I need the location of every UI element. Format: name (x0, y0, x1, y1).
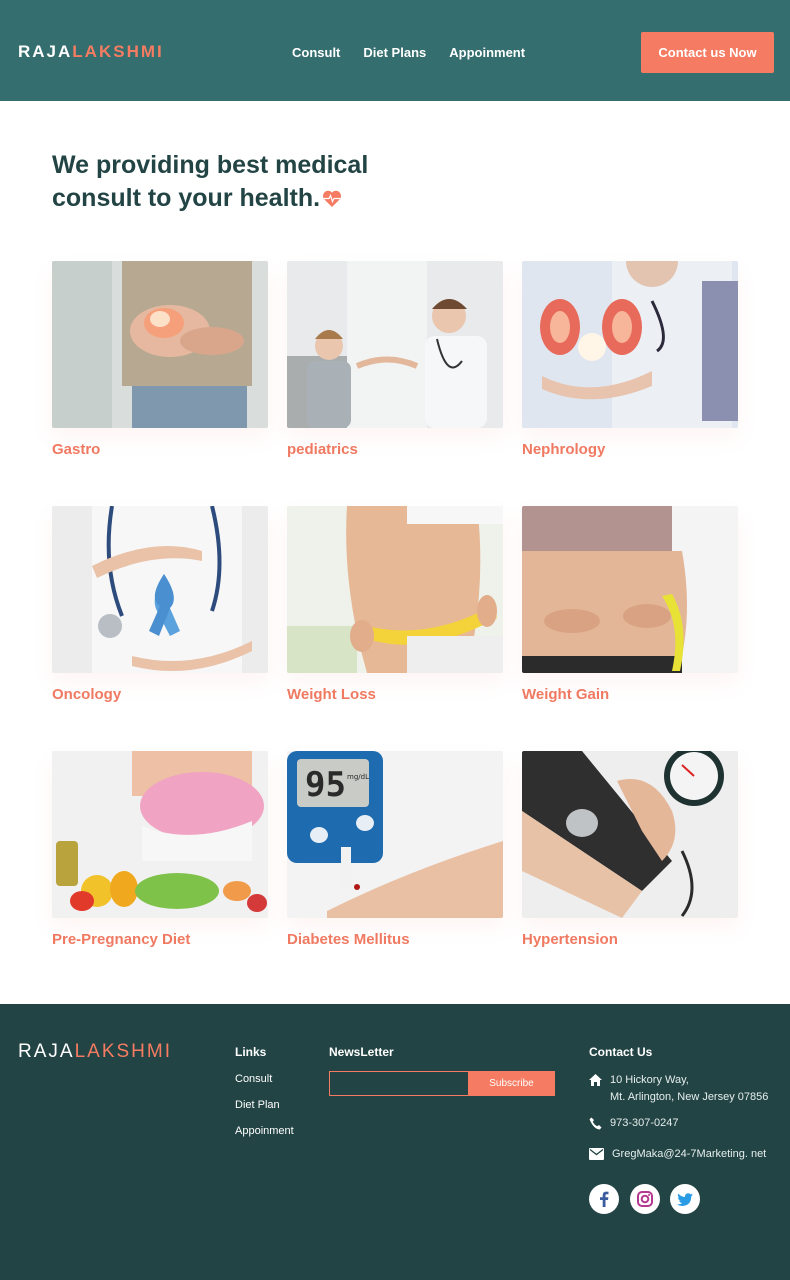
phone-number[interactable]: 973-307-0247 (610, 1115, 679, 1132)
contact-email: GregMaka@24-7Marketing. net (589, 1146, 766, 1163)
card-label: Weight Loss (287, 686, 376, 703)
main-nav: Consult Diet Plans Appoinment (292, 45, 525, 60)
footer-link-diet-plan[interactable]: Diet Plan (235, 1099, 280, 1111)
twitter-icon[interactable] (670, 1184, 700, 1214)
card-label: pediatrics (287, 441, 358, 458)
newsletter-email-input[interactable] (329, 1071, 470, 1096)
instagram-icon[interactable] (630, 1184, 660, 1214)
logo-part-lakshmi: LAKSHMI (74, 1041, 172, 1062)
nav-consult[interactable]: Consult (292, 45, 340, 60)
site-footer: RAJALAKSHMI Links Consult Diet Plan Appo… (0, 1004, 790, 1280)
contact-heading: Contact Us (589, 1045, 653, 1059)
service-card-hypertension[interactable]: Hypertension (522, 751, 738, 948)
home-icon (589, 1074, 602, 1086)
pediatrics-image (287, 261, 503, 428)
facebook-icon[interactable] (589, 1184, 619, 1214)
email-address[interactable]: GregMaka@24-7Marketing. net (612, 1146, 766, 1163)
card-label: Nephrology (522, 441, 606, 458)
service-card-nephrology[interactable]: Nephrology (522, 261, 738, 458)
card-label: Hypertension (522, 931, 618, 948)
service-card-gastro[interactable]: Gastro (52, 261, 268, 458)
diabetes-mellitus-image: 95 mg/dL (287, 751, 503, 918)
weight-loss-image (287, 506, 503, 673)
service-card-pre-pregnancy-diet[interactable]: Pre-Pregnancy Diet (52, 751, 268, 948)
title-line-1: We providing best medical (52, 151, 369, 179)
card-label: Oncology (52, 686, 122, 703)
address-line-1: 10 Hickory Way, (610, 1074, 689, 1086)
logo-part-raja: RAJA (18, 42, 73, 61)
service-card-pediatrics[interactable]: pediatrics (287, 261, 503, 458)
site-logo[interactable]: RAJALAKSHMI (18, 42, 164, 62)
footer-link-consult[interactable]: Consult (235, 1073, 272, 1085)
heart-pulse-icon (322, 184, 342, 217)
service-card-weight-gain[interactable]: Weight Gain (522, 506, 738, 703)
contact-address: 10 Hickory Way, Mt. Arlington, New Jerse… (589, 1072, 768, 1106)
glucose-unit: mg/dL (347, 773, 369, 781)
newsletter-heading: NewsLetter (329, 1045, 394, 1059)
contact-us-button[interactable]: Contact us Now (641, 32, 774, 73)
service-card-oncology[interactable]: Oncology (52, 506, 268, 703)
weight-gain-image (522, 506, 738, 673)
subscribe-button[interactable]: Subscribe (468, 1071, 555, 1096)
card-label: Weight Gain (522, 686, 610, 703)
glucose-reading: 95 (305, 765, 346, 805)
service-card-diabetes-mellitus[interactable]: 95 mg/dL Diabetes Mellitus (287, 751, 503, 948)
footer-link-appoinment[interactable]: Appoinment (235, 1125, 294, 1137)
oncology-image (52, 506, 268, 673)
phone-icon (589, 1117, 602, 1130)
mail-icon (589, 1148, 604, 1160)
title-line-2: consult to your health. (52, 184, 321, 212)
card-label: Gastro (52, 441, 101, 458)
hypertension-image (522, 751, 738, 918)
nephrology-image (522, 261, 738, 428)
address-line-2: Mt. Arlington, New Jersey 07856 (610, 1091, 769, 1103)
logo-part-raja: RAJA (18, 1041, 75, 1062)
page-title: We providing best medical consult to you… (52, 149, 392, 217)
card-label: Diabetes Mellitus (287, 931, 410, 948)
logo-part-lakshmi: LAKSHMI (72, 42, 164, 61)
gastro-image (52, 261, 268, 428)
footer-logo[interactable]: RAJALAKSHMI (18, 1041, 172, 1063)
links-heading: Links (235, 1045, 267, 1059)
site-header: RAJALAKSHMI Consult Diet Plans Appoinmen… (0, 0, 790, 101)
card-label: Pre-Pregnancy Diet (52, 931, 191, 948)
contact-phone: 973-307-0247 (589, 1115, 679, 1132)
pre-pregnancy-diet-image (52, 751, 268, 918)
nav-diet-plans[interactable]: Diet Plans (363, 45, 426, 60)
service-card-weight-loss[interactable]: Weight Loss (287, 506, 503, 703)
nav-appoinment[interactable]: Appoinment (449, 45, 525, 60)
